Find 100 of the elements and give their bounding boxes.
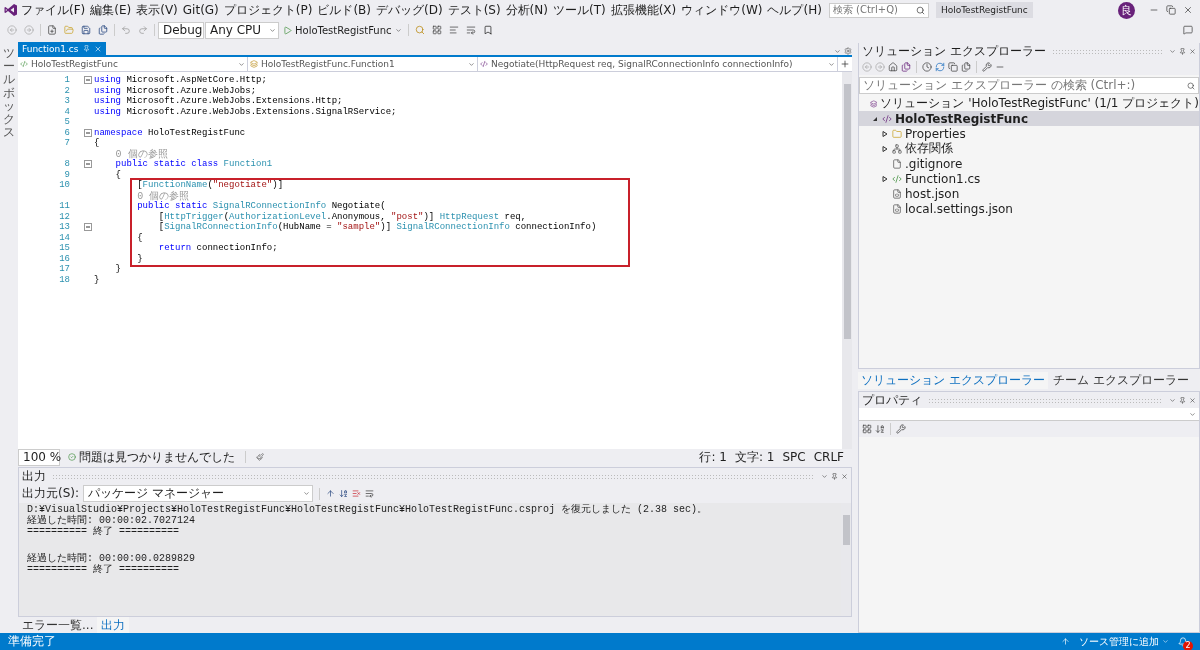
save-all-icon — [98, 25, 108, 35]
collapsed-icon[interactable] — [882, 130, 888, 137]
code-line: { — [136, 232, 143, 243]
menu-item[interactable]: Git(G) — [180, 1, 221, 19]
output-line: 経過した時間: 00:00:00.0289829 — [27, 553, 197, 564]
whitespace-mode: SPC — [782, 450, 806, 464]
line-number: 17 — [58, 264, 70, 275]
code-line: using Microsoft.Azure.WebJobs.Extensions.Http; — [94, 96, 343, 107]
configuration-dropdown[interactable]: Debug — [158, 21, 204, 39]
toolbox-tab[interactable]: ツールボックス — [3, 47, 15, 633]
menu-item[interactable]: ツール(T) — [550, 0, 608, 21]
output-line: 経過した時間: 00:00:02.7027124 — [27, 515, 196, 526]
forward-icon — [875, 62, 885, 72]
line-ending: CRLF — [813, 450, 844, 464]
file-icon — [892, 158, 902, 169]
collapse-icon[interactable] — [84, 128, 92, 137]
menu-item[interactable]: ファイル(F) — [19, 0, 88, 21]
pin-icon — [82, 45, 90, 52]
tree-item[interactable]: 依存関係 — [859, 141, 1199, 156]
panel-tab[interactable]: エラー一覧... — [18, 617, 98, 634]
member-dropdown[interactable]: Negotiate(HttpRequest req, SignalRConnectionInfo connectionInfo) — [478, 57, 838, 71]
wrap-icon — [465, 25, 476, 35]
collapsed-icon[interactable] — [882, 175, 888, 182]
feedback-icon — [1183, 25, 1193, 35]
code-line: } — [94, 274, 100, 285]
restore-button[interactable] — [1163, 2, 1179, 18]
line-number: 16 — [58, 253, 70, 264]
pin-icon — [1179, 396, 1186, 404]
search-icon — [1187, 81, 1195, 90]
type-dropdown[interactable]: HoloTestRegistFunc.Function1 — [248, 57, 478, 71]
code-line: public static SignalRConnectionInfo Negotiate( — [136, 201, 386, 212]
line-number: 1 — [63, 75, 70, 86]
menu-item[interactable]: ヘルプ(H) — [765, 0, 824, 21]
menu-item[interactable]: ウィンドウ(W) — [679, 0, 765, 21]
tree-item[interactable]: Properties — [859, 126, 1199, 141]
panel-tab[interactable]: チーム エクスプローラー — [1049, 371, 1192, 389]
menu-item[interactable]: 拡張機能(X) — [608, 0, 679, 21]
project-dropdown[interactable]: HoloTestRegistFunc — [18, 57, 248, 71]
code-line: } — [114, 264, 121, 275]
collapse-icon[interactable] — [84, 76, 92, 85]
collapse-icon[interactable] — [84, 160, 92, 169]
grid-icon — [431, 25, 442, 35]
line-number: 11 — [58, 201, 70, 212]
app-logo-icon — [4, 3, 18, 17]
tree-item[interactable]: HoloTestRegistFunc — [859, 111, 1199, 126]
code-line: namespace HoloTestRegistFunc — [94, 127, 246, 138]
line-position: 行: 1 — [699, 448, 727, 466]
output-line: ========== 終了 ========== — [27, 526, 181, 537]
line-number: 14 — [58, 232, 70, 243]
object-dropdown[interactable] — [859, 408, 1199, 421]
project-icon — [20, 60, 28, 68]
collapse-icon[interactable] — [84, 223, 92, 232]
menu-item[interactable]: 表示(V) — [134, 0, 180, 21]
caret-icon — [303, 490, 311, 497]
panel-tab[interactable]: ソリューション エクスプローラー — [858, 371, 1048, 389]
code-line: { — [114, 169, 121, 180]
new-file-icon — [47, 25, 57, 35]
scrollbar[interactable] — [842, 72, 852, 449]
refresh-icon — [935, 62, 945, 72]
menu-item[interactable]: 分析(N) — [503, 0, 550, 21]
menu-item[interactable]: ビルド(B) — [315, 0, 373, 21]
panel-title: 出力 — [22, 467, 46, 485]
document-tab[interactable]: Function1.cs — [18, 42, 106, 55]
back-icon — [862, 62, 872, 72]
clear-icon — [352, 489, 362, 498]
caret-icon — [1162, 638, 1169, 645]
source-control-button[interactable]: ソース管理に追加 — [1076, 633, 1172, 650]
up-arrow-icon — [1061, 637, 1070, 646]
menu-item[interactable]: 編集(E) — [88, 0, 134, 21]
menu-item[interactable]: デバッグ(D) — [374, 0, 445, 21]
tree-item[interactable]: Function1.cs — [859, 171, 1199, 186]
source-dropdown[interactable]: パッケージ マネージャー — [83, 485, 314, 502]
down-icon — [339, 489, 349, 498]
panel-title: ソリューション エクスプローラー — [862, 42, 1046, 60]
line-number: 9 — [63, 169, 70, 180]
expanded-icon[interactable] — [872, 115, 878, 122]
brush-icon — [256, 453, 264, 461]
pin-icon — [831, 472, 838, 480]
column-position: 文字: 1 — [734, 448, 775, 466]
undo-icon — [121, 25, 131, 35]
menu-item[interactable]: テスト(S) — [445, 0, 503, 21]
bookmark-icon — [482, 25, 493, 35]
menu-item[interactable]: プロジェクト(P) — [221, 0, 315, 21]
user-avatar[interactable]: 良 — [1118, 1, 1135, 19]
tree-item[interactable]: .gitignore — [859, 156, 1199, 171]
search-field[interactable]: 検索 (Ctrl+Q) — [828, 2, 929, 18]
start-button[interactable]: HoloTestRegistFunc — [280, 22, 405, 38]
code-line: [FunctionName("negotiate")] — [136, 180, 284, 191]
method-icon — [480, 60, 488, 68]
status-message: 準備完了 — [8, 633, 56, 650]
platform-dropdown[interactable]: Any CPU — [205, 21, 279, 39]
search-field[interactable]: ソリューション エクスプローラー の検索 (Ctrl+:) — [859, 77, 1199, 94]
code-line: { — [94, 138, 100, 149]
collapsed-icon[interactable] — [882, 145, 888, 152]
code-line: [SignalRConnectionInfo(HubName = "sample")] SignalRConnectionInfo connectionInfo) — [157, 222, 597, 233]
tree-item[interactable]: ソリューション 'HoloTestRegistFunc' (1/1 プロジェクト) — [859, 96, 1199, 111]
tree-item[interactable]: local.settings.json — [859, 201, 1199, 216]
tree-item[interactable]: host.json — [859, 186, 1199, 201]
caret-icon — [468, 60, 475, 68]
code-line: public static class Function1 — [114, 159, 273, 170]
